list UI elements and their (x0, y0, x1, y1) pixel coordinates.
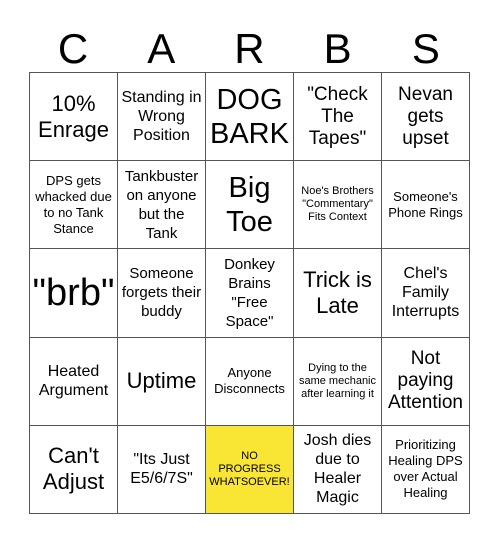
bingo-grid: 10% Enrage Standing in Wrong Position DOG … (29, 72, 470, 514)
bingo-cell-text: Tankbuster on anyone but the Tank (124, 167, 199, 242)
header-letter-b: B (323, 25, 352, 72)
bingo-cell-text: Chel's Family Interrupts (391, 265, 460, 321)
bingo-cell-text: "brb" (32, 271, 115, 314)
bingo-cell-text: DOG BARK (210, 83, 289, 150)
bingo-cell[interactable]: Standing in Wrong Position (118, 73, 206, 162)
bingo-cell[interactable]: Prioritizing Healing DPS over Actual Hea… (382, 425, 470, 514)
bingo-cell-text: Uptime (126, 368, 197, 394)
bingo-cell[interactable]: Uptime (118, 337, 206, 426)
bingo-cell-text: Can't Adjust (42, 443, 105, 495)
bingo-cell-text: Trick is Late (303, 266, 372, 318)
bingo-cell-text: "Check The Tapes" (307, 83, 368, 149)
bingo-cell-text: 10% Enrage (38, 90, 109, 142)
bingo-cell[interactable]: Nevan gets upset (382, 73, 470, 162)
bingo-cell[interactable]: Can't Adjust (30, 425, 118, 514)
bingo-cell[interactable]: Tankbuster on anyone but the Tank (118, 161, 206, 250)
bingo-cell-text: Josh dies due to Healer Magic (303, 432, 372, 507)
bingo-header: C A R B S (29, 26, 470, 72)
bingo-cell[interactable]: Donkey Brains "Free Space" (206, 249, 294, 338)
bingo-cell[interactable]: "Its Just E5/6/7S" (118, 425, 206, 514)
bingo-cell-text: Anyone Disconnects (214, 365, 285, 397)
bingo-cell[interactable]: Big Toe (206, 161, 294, 250)
bingo-cell-free-space[interactable]: NO PROGRESS WHATSOEVER! (206, 425, 294, 514)
bingo-cell[interactable]: Not paying Attention (382, 337, 470, 426)
bingo-cell[interactable]: Chel's Family Interrupts (382, 249, 470, 338)
bingo-cell[interactable]: Someone forgets their buddy (118, 249, 206, 338)
bingo-cell-text: Heated Argument (38, 363, 109, 400)
bingo-cell-text: Prioritizing Healing DPS over Actual Hea… (388, 437, 463, 501)
bingo-cell-text: Nevan gets upset (398, 83, 453, 149)
bingo-cell-text: Noe's Brothers "Commentary" Fits Context (301, 185, 374, 224)
bingo-cell-text: DPS gets whacked due to no Tank Stance (35, 172, 112, 236)
bingo-cell-text: NO PROGRESS WHATSOEVER! (209, 449, 290, 488)
bingo-cell[interactable]: "Check The Tapes" (294, 73, 382, 162)
bingo-cell[interactable]: Josh dies due to Healer Magic (294, 425, 382, 514)
bingo-cell[interactable]: Noe's Brothers "Commentary" Fits Context (294, 161, 382, 250)
bingo-cell-text: Someone's Phone Rings (388, 188, 463, 220)
bingo-cell-text: "Its Just E5/6/7S" (130, 451, 193, 488)
bingo-cell[interactable]: DPS gets whacked due to no Tank Stance (30, 161, 118, 250)
bingo-cell[interactable]: Heated Argument (30, 337, 118, 426)
bingo-cell[interactable]: Someone's Phone Rings (382, 161, 470, 250)
header-letter-a: A (147, 25, 176, 72)
bingo-cell[interactable]: Anyone Disconnects (206, 337, 294, 426)
bingo-cell-text: Donkey Brains "Free Space" (224, 255, 275, 330)
bingo-cell[interactable]: Dying to the same mechanic after learnin… (294, 337, 382, 426)
bingo-cell[interactable]: "brb" (30, 249, 118, 338)
header-letter-s: S (411, 25, 440, 72)
bingo-cell[interactable]: DOG BARK (206, 73, 294, 162)
bingo-cell-text: Standing in Wrong Position (121, 89, 202, 145)
bingo-cell-text: Not paying Attention (388, 348, 463, 414)
bingo-cell-text: Big Toe (226, 171, 273, 238)
header-letter-r: R (234, 25, 265, 72)
bingo-cell-text: Dying to the same mechanic after learnin… (298, 361, 377, 400)
bingo-cell[interactable]: 10% Enrage (30, 73, 118, 162)
bingo-cell[interactable]: Trick is Late (294, 249, 382, 338)
header-letter-c: C (57, 25, 89, 72)
bingo-cell-text: Someone forgets their buddy (121, 265, 202, 321)
